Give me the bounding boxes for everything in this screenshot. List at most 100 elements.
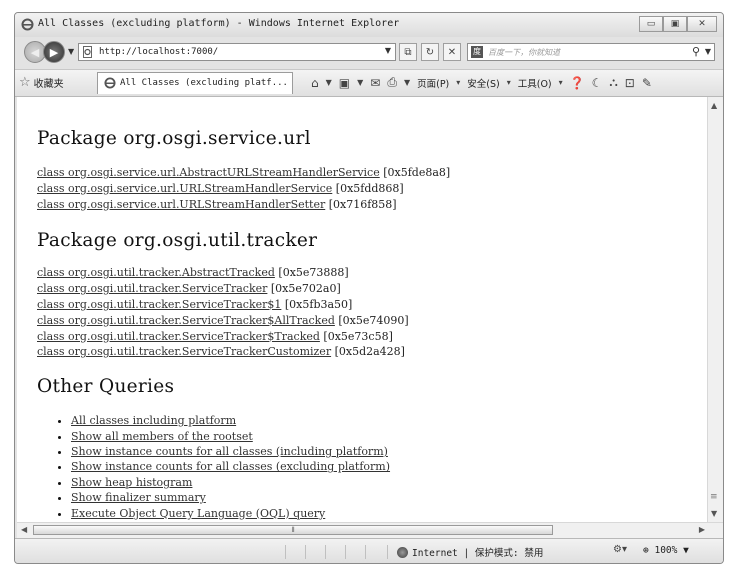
- research-icon[interactable]: ☾: [592, 76, 603, 90]
- browser-window: All Classes (excluding platform) - Windo…: [14, 12, 724, 564]
- class-row: class org.osgi.util.tracker.ServiceTrack…: [37, 313, 697, 329]
- zoom-level[interactable]: ⊕ 100% ▼: [643, 545, 689, 556]
- feeds-dropdown-icon[interactable]: ▼: [357, 78, 363, 87]
- address-dropdown-icon[interactable]: ▼: [385, 46, 391, 55]
- status-segment: [325, 545, 346, 559]
- class-address: [0x5e73c58]: [323, 329, 393, 343]
- favorites-label: 收藏夹: [33, 79, 64, 90]
- zone-label: Internet | 保护模式: 禁用: [412, 548, 544, 559]
- back-arrow-icon: ◀: [30, 45, 40, 59]
- scroll-left-icon[interactable]: ◀: [21, 525, 27, 534]
- globe-icon: [397, 546, 408, 558]
- forward-button[interactable]: ▶: [43, 41, 65, 63]
- query-link[interactable]: Show finalizer summary: [71, 491, 206, 504]
- package-heading: Package org.osgi.util.tracker: [37, 230, 318, 252]
- class-link[interactable]: class org.osgi.util.tracker.ServiceTrack…: [37, 282, 267, 295]
- security-zone[interactable]: Internet | 保护模式: 禁用: [397, 545, 543, 559]
- page-content: Package org.osgi.service.url class org.o…: [17, 97, 707, 522]
- class-link[interactable]: class org.osgi.util.tracker.ServiceTrack…: [37, 345, 331, 358]
- ie-logo-icon: [104, 77, 116, 89]
- print-icon[interactable]: ⎙: [387, 75, 397, 90]
- help-icon[interactable]: ❓: [570, 76, 585, 90]
- class-link[interactable]: class org.osgi.util.tracker.ServiceTrack…: [37, 330, 320, 343]
- address-buttons: ⧉ ↻ ✕: [399, 43, 461, 61]
- minimize-button[interactable]: ▭: [639, 16, 663, 32]
- tab-title: All Classes (excluding platf...: [120, 78, 288, 88]
- query-link[interactable]: Show instance counts for all classes (ex…: [71, 460, 390, 473]
- class-row: class org.osgi.service.url.URLStreamHand…: [37, 197, 697, 213]
- class-row: class org.osgi.util.tracker.ServiceTrack…: [37, 344, 697, 360]
- class-link[interactable]: class org.osgi.util.tracker.ServiceTrack…: [37, 314, 335, 327]
- refresh-icon[interactable]: ↻: [421, 43, 439, 61]
- page-body: Package org.osgi.service.url class org.o…: [37, 97, 697, 521]
- horizontal-scrollbar[interactable]: ◀ ⦀ ▶: [17, 522, 723, 538]
- search-box[interactable]: 度 百度一下，你就知道 ⚲ ▼: [467, 43, 715, 61]
- home-dropdown-icon[interactable]: ▼: [326, 78, 332, 87]
- scroll-down-icon[interactable]: ▼: [711, 509, 717, 518]
- address-bar[interactable]: http://localhost:7000/ ▼: [78, 43, 396, 61]
- favorites-button[interactable]: ☆ 收藏夹: [19, 75, 64, 90]
- scroll-grip-icon[interactable]: ≡: [710, 492, 718, 502]
- tools-menu-dropdown-icon[interactable]: ▾: [559, 78, 563, 87]
- protection-icon[interactable]: ⚙▾: [613, 544, 627, 555]
- print-dropdown-icon[interactable]: ▼: [404, 78, 410, 87]
- translate-icon[interactable]: ⛬: [609, 75, 617, 90]
- star-icon: ☆: [19, 75, 31, 90]
- zoom-label: 100%: [654, 545, 678, 556]
- status-segment: [305, 545, 326, 559]
- package-heading: Package org.osgi.service.url: [37, 128, 311, 149]
- mail-icon[interactable]: ✉: [370, 76, 380, 90]
- class-link[interactable]: class org.osgi.service.url.URLStreamHand…: [37, 182, 332, 195]
- zoom-icon: ⊕: [643, 545, 649, 556]
- page-menu-dropdown-icon[interactable]: ▾: [456, 78, 460, 87]
- status-segment: [285, 545, 306, 559]
- safety-menu[interactable]: 安全(S): [467, 76, 499, 90]
- list-item: Show finalizer summary: [71, 490, 697, 505]
- compatibility-view-icon[interactable]: ⧉: [399, 43, 417, 61]
- list-item: Show all members of the rootset: [71, 429, 697, 444]
- query-link[interactable]: Show heap histogram: [71, 476, 192, 489]
- onenote-icon[interactable]: ⊡: [625, 76, 635, 90]
- class-row: class org.osgi.util.tracker.AbstractTrac…: [37, 265, 697, 281]
- title-bar: All Classes (excluding platform) - Windo…: [15, 13, 723, 37]
- safety-menu-dropdown-icon[interactable]: ▾: [507, 78, 511, 87]
- url-text[interactable]: http://localhost:7000/: [99, 47, 218, 57]
- class-link[interactable]: class org.osgi.service.url.AbstractURLSt…: [37, 166, 380, 179]
- search-dropdown-icon[interactable]: ▼: [705, 47, 711, 56]
- class-link[interactable]: class org.osgi.util.tracker.AbstractTrac…: [37, 266, 275, 279]
- home-icon[interactable]: ⌂: [311, 76, 319, 90]
- vertical-scrollbar[interactable]: ▲ ≡ ▼: [707, 97, 723, 522]
- history-dropdown-icon[interactable]: ▼: [68, 47, 74, 56]
- stop-icon[interactable]: ✕: [443, 43, 461, 61]
- zoom-dropdown-icon[interactable]: ▼: [683, 545, 689, 556]
- maximize-button[interactable]: ▣: [663, 16, 687, 32]
- class-address: [0x5e74090]: [338, 313, 409, 327]
- browser-tab[interactable]: All Classes (excluding platf...: [97, 72, 293, 94]
- blog-icon[interactable]: ✎: [642, 76, 652, 90]
- class-address: [0x5fde8a8]: [383, 166, 451, 179]
- query-link[interactable]: Show all members of the rootset: [71, 430, 253, 443]
- class-row: class org.osgi.service.url.URLStreamHand…: [37, 181, 697, 197]
- class-row: class org.osgi.util.tracker.ServiceTrack…: [37, 281, 697, 297]
- horizontal-scroll-thumb[interactable]: ⦀: [33, 525, 553, 535]
- list-item: Show instance counts for all classes (ex…: [71, 459, 697, 474]
- queries-list: All classes including platform Show all …: [37, 413, 697, 521]
- page-menu[interactable]: 页面(P): [417, 76, 449, 90]
- command-bar: ☆ 收藏夹 All Classes (excluding platf... ⌂ …: [15, 69, 723, 97]
- class-address: [0x5e702a0]: [270, 282, 341, 296]
- status-bar: Internet | 保护模式: 禁用 ⚙▾ ⊕ 100% ▼: [15, 538, 723, 563]
- query-link[interactable]: All classes including platform: [71, 414, 236, 427]
- close-button[interactable]: ✕: [687, 16, 717, 32]
- search-icon[interactable]: ⚲: [692, 45, 700, 58]
- scroll-right-icon[interactable]: ▶: [699, 525, 705, 534]
- feeds-icon[interactable]: ▣: [339, 76, 350, 90]
- list-item: All classes including platform: [71, 413, 697, 428]
- class-address: [0x5d2a428]: [334, 345, 405, 359]
- class-link[interactable]: class org.osgi.util.tracker.ServiceTrack…: [37, 298, 281, 311]
- tools-menu[interactable]: 工具(O): [518, 76, 552, 90]
- query-link[interactable]: Execute Object Query Language (OQL) quer…: [71, 507, 325, 520]
- class-link[interactable]: class org.osgi.service.url.URLStreamHand…: [37, 198, 325, 211]
- search-placeholder: 百度一下，你就知道: [488, 48, 560, 57]
- scroll-up-icon[interactable]: ▲: [711, 101, 717, 110]
- query-link[interactable]: Show instance counts for all classes (in…: [71, 445, 388, 458]
